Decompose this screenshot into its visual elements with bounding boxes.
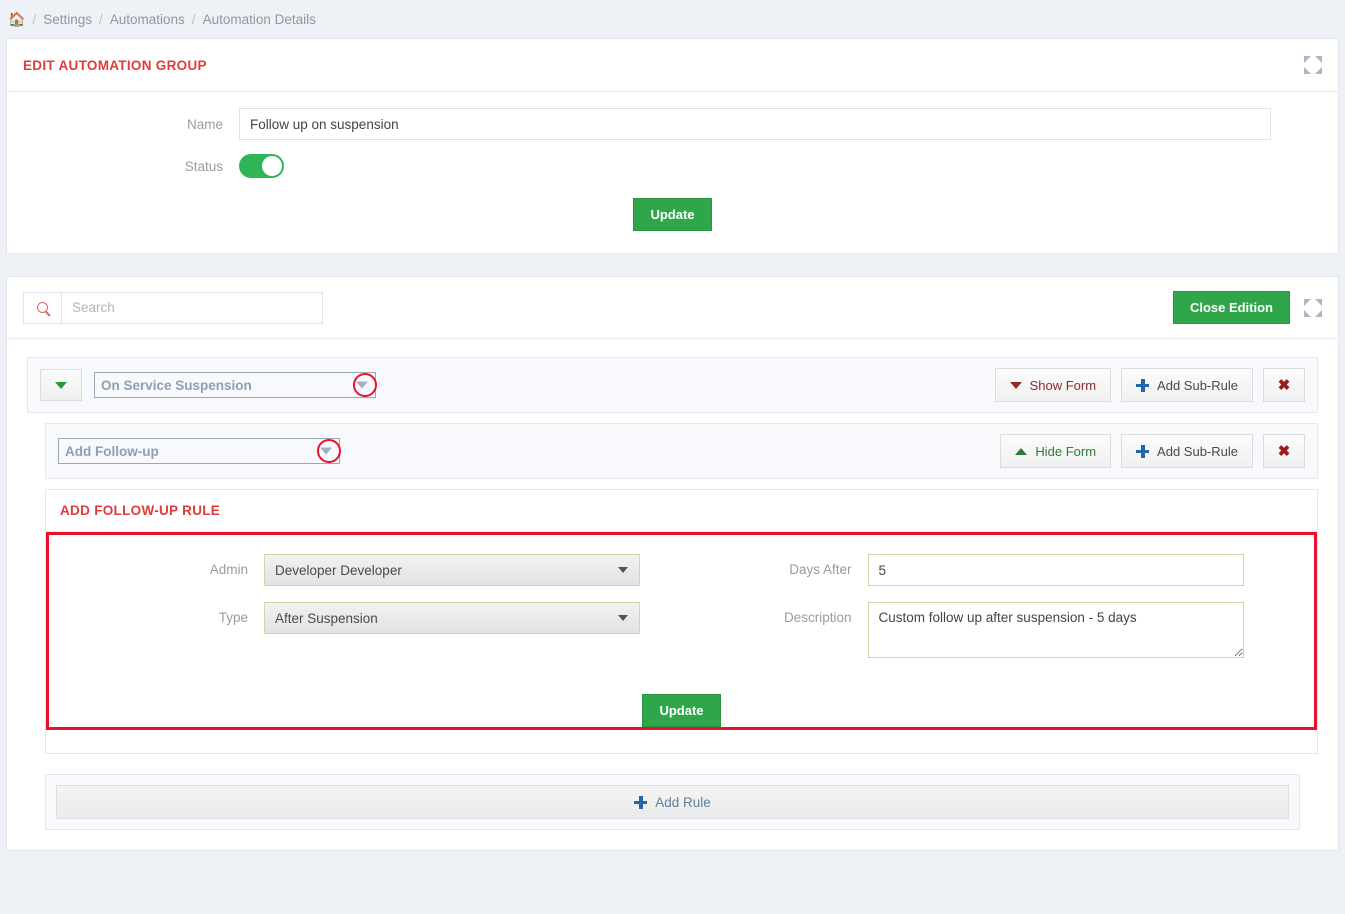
follow-up-card-header: ADD FOLLOW-UP RULE [46, 490, 1317, 532]
toggle-knob [262, 156, 282, 176]
breadcrumb-item-automation-details: Automation Details [202, 11, 316, 27]
rule-collapse-toggle[interactable] [40, 369, 82, 401]
panel-header: EDIT AUTOMATION GROUP [7, 39, 1338, 92]
admin-select[interactable]: Developer Developer [264, 554, 640, 586]
rules-header-actions: Close Edition [1172, 291, 1322, 324]
home-icon[interactable]: 🏠 [8, 12, 25, 26]
days-after-label: Days After [789, 562, 852, 577]
days-after-input[interactable] [867, 554, 1244, 586]
close-edition-button[interactable]: Close Edition [1172, 291, 1290, 324]
rule-row-on-service-suspension: Show Form Add Sub-Rule ✖ [27, 357, 1318, 413]
rules-list: Show Form Add Sub-Rule ✖ [7, 339, 1338, 850]
update-rule-button[interactable]: Update [642, 694, 721, 727]
rule-name-input[interactable] [94, 372, 376, 398]
caret-up-icon [1015, 447, 1028, 455]
breadcrumb-separator-3: / [191, 11, 196, 27]
automation-rules-panel: Close Edition Show Form [6, 276, 1339, 851]
follow-up-left-column: Admin Developer Developer Type After Sus… [46, 554, 682, 674]
status-row: Status [7, 154, 1338, 178]
show-form-button[interactable]: Show Form [994, 368, 1112, 402]
name-input[interactable] [239, 108, 1271, 140]
breadcrumb-separator-2: / [98, 11, 103, 27]
add-sub-rule-button[interactable]: Add Sub-Rule [1121, 434, 1253, 468]
plus-icon [634, 795, 648, 809]
add-follow-up-rule-card: ADD FOLLOW-UP RULE Admin Developer Devel… [45, 489, 1318, 754]
plus-icon [1136, 444, 1150, 458]
add-sub-rule-label: Add Sub-Rule [1157, 377, 1238, 393]
breadcrumb: 🏠 / Settings / Automations / Automation … [0, 0, 1345, 38]
panel-body: Name Status Update [7, 92, 1338, 253]
follow-up-right-column: Days After Description Custom follow up … [682, 554, 1318, 674]
search-box [23, 291, 323, 324]
caret-down-icon [1009, 381, 1022, 389]
subrule-actions: Hide Form Add Sub-Rule ✖ [1000, 434, 1305, 468]
admin-label: Admin [209, 562, 248, 577]
breadcrumb-separator-1: / [32, 11, 37, 27]
chevron-down-icon [55, 381, 67, 389]
add-rule-container: Add Rule [45, 774, 1300, 830]
rule-name-field-wrap [94, 372, 377, 398]
follow-up-card-body: Admin Developer Developer Type After Sus… [46, 532, 1317, 753]
name-label: Name [186, 116, 223, 132]
rule-actions: Show Form Add Sub-Rule ✖ [994, 368, 1305, 402]
description-label: Description [783, 610, 852, 625]
follow-up-fields-grid: Admin Developer Developer Type After Sus… [46, 554, 1317, 674]
expand-arrows-icon[interactable] [1304, 298, 1322, 317]
follow-up-card-title: ADD FOLLOW-UP RULE [60, 503, 221, 518]
breadcrumb-item-automations[interactable]: Automations [110, 12, 185, 27]
delete-rule-button[interactable]: ✖ [1263, 368, 1305, 402]
close-icon: ✖ [1277, 376, 1291, 394]
subrule-name-field-wrap [58, 438, 341, 464]
status-label: Status [184, 158, 223, 174]
edit-automation-group-panel: EDIT AUTOMATION GROUP Name Status Update [6, 38, 1339, 254]
search-icon [37, 302, 48, 313]
subrule-name-input[interactable] [58, 438, 340, 464]
search-icon-button[interactable] [23, 291, 61, 324]
close-icon: ✖ [1277, 442, 1291, 460]
search-input[interactable] [61, 291, 323, 324]
status-toggle[interactable] [239, 154, 284, 178]
hide-form-button[interactable]: Hide Form [1000, 434, 1112, 468]
type-select-wrap: After Suspension [264, 602, 640, 634]
add-sub-rule-button[interactable]: Add Sub-Rule [1121, 368, 1253, 402]
page-title: EDIT AUTOMATION GROUP [23, 57, 207, 73]
expand-arrows-icon[interactable] [1304, 56, 1322, 74]
rules-panel-header: Close Edition [7, 277, 1338, 339]
add-sub-rule-label: Add Sub-Rule [1157, 443, 1238, 459]
admin-select-wrap: Developer Developer [264, 554, 640, 586]
name-row: Name [7, 108, 1338, 140]
type-label: Type [218, 610, 248, 625]
type-row: Type After Suspension [46, 602, 682, 634]
rule-row-add-follow-up: Hide Form Add Sub-Rule ✖ [45, 423, 1318, 479]
chevron-down-icon[interactable] [320, 447, 332, 455]
delete-subrule-button[interactable]: ✖ [1263, 434, 1305, 468]
hide-form-label: Hide Form [1035, 443, 1097, 459]
description-row: Description Custom follow up after suspe… [682, 602, 1318, 658]
add-rule-label: Add Rule [655, 794, 711, 810]
admin-row: Admin Developer Developer [46, 554, 682, 586]
breadcrumb-item-settings[interactable]: Settings [43, 12, 92, 27]
add-rule-button[interactable]: Add Rule [56, 785, 1289, 819]
update-group-button[interactable]: Update [633, 198, 712, 231]
type-select[interactable]: After Suspension [264, 602, 640, 634]
update-rule-row: Update [46, 694, 1317, 727]
chevron-down-icon[interactable] [356, 381, 368, 389]
description-textarea[interactable]: Custom follow up after suspension - 5 da… [867, 602, 1244, 658]
days-after-row: Days After [682, 554, 1318, 586]
update-group-row: Update [7, 198, 1338, 231]
show-form-label: Show Form [1029, 377, 1097, 393]
plus-icon [1136, 378, 1150, 392]
